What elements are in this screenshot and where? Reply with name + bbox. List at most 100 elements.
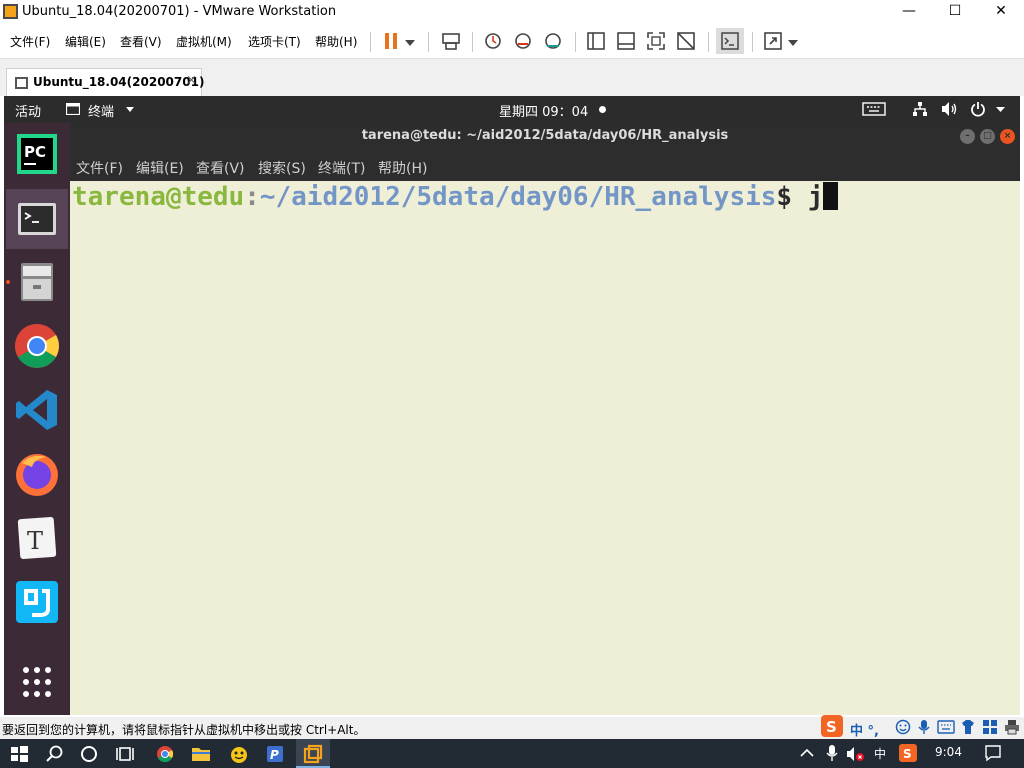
tray-clock[interactable]: 9:04 xyxy=(935,745,962,759)
terminal-menu-terminal[interactable]: 终端(T) xyxy=(318,158,365,178)
files-icon xyxy=(21,263,53,301)
terminal-menu-edit[interactable]: 编辑(E) xyxy=(136,158,184,178)
dock-show-apps[interactable] xyxy=(12,657,62,707)
toolbar-separator xyxy=(752,32,753,52)
terminal-minimize-icon[interactable]: – xyxy=(960,129,975,144)
terminal-menu-view[interactable]: 查看(V) xyxy=(196,158,245,178)
keyboard-icon[interactable] xyxy=(862,102,886,116)
dock-chrome[interactable] xyxy=(12,321,62,371)
vmware-status-bar: 要返回到您的计算机，请将鼠标指针从虚拟机中移出或按 Ctrl+Alt。 S 中 … xyxy=(0,714,1024,739)
pause-icon[interactable] xyxy=(380,30,402,52)
console-view-button[interactable] xyxy=(716,28,744,54)
revert-snapshot-icon[interactable] xyxy=(512,30,534,52)
prompt-path: ~/aid2012/5data/day06/HR_analysis xyxy=(259,182,777,212)
prompt-user: tarena@tedu xyxy=(72,182,245,212)
snapshot-manager-icon[interactable] xyxy=(542,30,564,52)
menu-edit[interactable]: 编辑(E) xyxy=(65,33,106,50)
printer-icon[interactable] xyxy=(1004,719,1020,735)
tray-ime-indicator[interactable]: 中 xyxy=(874,745,886,762)
game-app-icon[interactable] xyxy=(228,743,250,765)
volume-icon[interactable] xyxy=(940,101,958,117)
dock-pycharm[interactable]: PC xyxy=(12,129,62,179)
terminal-icon xyxy=(18,203,56,235)
chevron-down-icon[interactable] xyxy=(996,107,1005,112)
search-icon[interactable] xyxy=(44,743,66,765)
prompt-symbol: $ xyxy=(776,182,808,212)
ime-mode-indicator[interactable]: 中 °, xyxy=(850,720,879,739)
notification-dot xyxy=(599,106,606,113)
power-icon[interactable] xyxy=(970,101,986,117)
chevron-down-icon[interactable] xyxy=(788,40,798,46)
microphone-tray-icon[interactable] xyxy=(824,744,840,762)
pycharm-icon: PC xyxy=(17,134,57,174)
minimize-button[interactable]: — xyxy=(886,0,932,24)
thumbnail-bar-icon[interactable] xyxy=(615,30,637,52)
toolbox-icon[interactable] xyxy=(982,719,998,735)
microphone-icon[interactable] xyxy=(917,719,931,735)
dock-files[interactable] xyxy=(12,257,62,307)
menu-help[interactable]: 帮助(H) xyxy=(315,33,357,50)
menu-tabs[interactable]: 选项卡(T) xyxy=(248,33,301,50)
status-message: 要返回到您的计算机，请将鼠标指针从虚拟机中移出或按 Ctrl+Alt。 xyxy=(2,723,366,737)
vscode-icon xyxy=(16,390,57,430)
task-view-icon[interactable] xyxy=(114,743,136,765)
sidebar-toggle-icon[interactable] xyxy=(585,30,607,52)
terminal-body[interactable]: tarena@tedu:~/aid2012/5data/day06/HR_ana… xyxy=(70,181,1020,715)
svg-text:P: P xyxy=(270,748,279,762)
tab-ubuntu[interactable]: Ubuntu_18.04(20200701) × xyxy=(6,68,205,97)
vm-tab-strip: Ubuntu_18.04(20200701) × xyxy=(0,58,1024,97)
toolbar-separator xyxy=(428,32,429,52)
chrome-icon xyxy=(15,324,59,368)
activities-button[interactable]: 活动 xyxy=(15,101,41,120)
unity-mode-icon[interactable] xyxy=(675,30,697,52)
running-indicator xyxy=(6,280,10,284)
ime-keyboard-icon[interactable] xyxy=(937,720,955,734)
volume-muted-icon[interactable] xyxy=(846,745,866,763)
dock-vscode[interactable] xyxy=(12,385,62,435)
windows-start-icon[interactable] xyxy=(8,743,30,765)
vmware-menu-toolbar: 文件(F) 编辑(E) 查看(V) 虚拟机(M) 选项卡(T) 帮助(H) xyxy=(0,24,1024,58)
terminal-close-icon[interactable]: × xyxy=(1000,129,1015,144)
send-ctrl-alt-del-icon[interactable] xyxy=(440,30,462,52)
snapshot-icon[interactable] xyxy=(482,30,504,52)
sogou-tray-icon[interactable]: S xyxy=(898,743,918,763)
firefox-icon xyxy=(16,454,58,496)
sogou-ime-icon[interactable]: S xyxy=(820,714,844,738)
chevron-down-icon[interactable] xyxy=(405,40,415,46)
network-icon[interactable] xyxy=(912,101,928,117)
tab-label: Ubuntu_18.04(20200701) xyxy=(33,75,205,89)
terminal-menu-search[interactable]: 搜索(S) xyxy=(258,158,306,178)
svg-text:T: T xyxy=(27,527,43,555)
dock-firefox[interactable] xyxy=(12,449,62,499)
dock-text-editor[interactable]: T xyxy=(12,513,62,563)
close-button[interactable]: ✕ xyxy=(978,0,1024,24)
notification-center-icon[interactable] xyxy=(984,744,1002,762)
terminal-title-bar[interactable]: tarena@tedu: ~/aid2012/5data/day06/HR_an… xyxy=(70,123,1020,151)
svg-text:S: S xyxy=(903,747,912,761)
menu-file[interactable]: 文件(F) xyxy=(10,33,50,50)
skin-icon[interactable] xyxy=(960,719,976,735)
dock-terminal[interactable] xyxy=(6,189,68,249)
maximize-button[interactable]: ☐ xyxy=(932,0,978,24)
terminal-menu-help[interactable]: 帮助(H) xyxy=(378,158,427,178)
menu-vm[interactable]: 虚拟机(M) xyxy=(176,33,232,50)
chevron-up-icon[interactable] xyxy=(800,748,814,758)
file-explorer-icon[interactable] xyxy=(190,743,212,765)
app-menu[interactable]: 终端 xyxy=(64,99,139,120)
emoji-icon[interactable] xyxy=(895,719,911,735)
tab-close-icon[interactable]: × xyxy=(186,73,197,88)
terminal-maximize-icon[interactable]: □ xyxy=(980,129,995,144)
word-app-icon[interactable]: P xyxy=(264,743,286,765)
svg-text:PC: PC xyxy=(24,143,46,161)
terminal-prompt-line: tarena@tedu:~/aid2012/5data/day06/HR_ana… xyxy=(72,182,839,212)
menu-view[interactable]: 查看(V) xyxy=(120,33,162,50)
vmware-title-bar[interactable]: Ubuntu_18.04(20200701) - VMware Workstat… xyxy=(0,0,1024,24)
taskbar-chrome-icon[interactable] xyxy=(154,743,176,765)
dock-qq[interactable] xyxy=(12,577,62,627)
clock[interactable]: 星期四 09：04 xyxy=(499,101,588,120)
fullscreen-icon[interactable] xyxy=(645,30,667,52)
taskbar-vmware-button[interactable] xyxy=(296,739,330,768)
cortana-icon[interactable] xyxy=(78,743,100,765)
terminal-menu-file[interactable]: 文件(F) xyxy=(76,158,123,178)
stretch-guest-icon[interactable] xyxy=(762,30,784,52)
